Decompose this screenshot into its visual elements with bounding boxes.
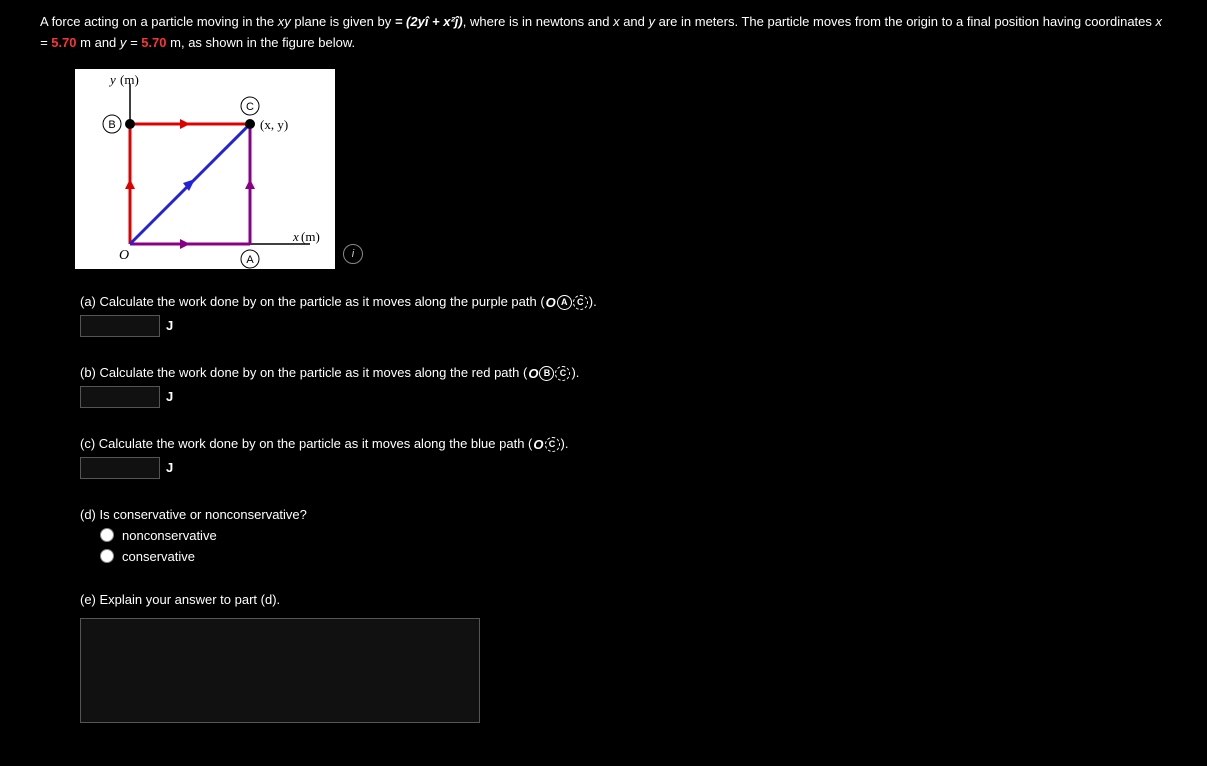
unit-j: J <box>166 389 173 404</box>
svg-text:(m): (m) <box>301 229 320 244</box>
x-value: 5.70 <box>51 35 76 50</box>
answer-c-input[interactable] <box>80 457 160 479</box>
part-a: (a) Calculate the work done by on the pa… <box>80 294 1167 337</box>
option-conservative: conservative <box>122 549 195 564</box>
answer-a-input[interactable] <box>80 315 160 337</box>
svg-text:y: y <box>108 72 116 87</box>
force-vector-expr: = (2yî + x²ĵ) <box>395 14 463 29</box>
unit-j: J <box>166 318 173 333</box>
problem-statement: A force acting on a particle moving in t… <box>40 12 1167 54</box>
answer-b-input[interactable] <box>80 386 160 408</box>
radio-nonconservative[interactable] <box>100 528 114 542</box>
part-c: (c) Calculate the work done by on the pa… <box>80 436 1167 479</box>
radio-conservative[interactable] <box>100 549 114 563</box>
info-icon[interactable]: i <box>343 244 363 264</box>
unit-j: J <box>166 460 173 475</box>
path-figure: B C A y (m) x (m) O (x, y) <box>75 69 335 269</box>
y-value: 5.70 <box>141 35 166 50</box>
path-oac: OAC <box>546 295 588 310</box>
svg-text:C: C <box>246 101 254 113</box>
part-d: (d) Is conservative or nonconservative? … <box>80 507 1167 564</box>
svg-text:(x, y): (x, y) <box>260 117 288 132</box>
svg-text:A: A <box>246 254 254 266</box>
path-obc: OBC <box>528 366 570 381</box>
part-b: (b) Calculate the work done by on the pa… <box>80 365 1167 408</box>
svg-text:B: B <box>108 119 115 131</box>
svg-text:O: O <box>119 248 129 263</box>
svg-text:(m): (m) <box>120 72 139 87</box>
answer-e-textarea[interactable] <box>80 618 480 723</box>
option-nonconservative: nonconservative <box>122 528 217 543</box>
path-oc: OC <box>533 437 559 452</box>
part-e: (e) Explain your answer to part (d). <box>80 592 1167 726</box>
svg-text:x: x <box>292 229 299 244</box>
